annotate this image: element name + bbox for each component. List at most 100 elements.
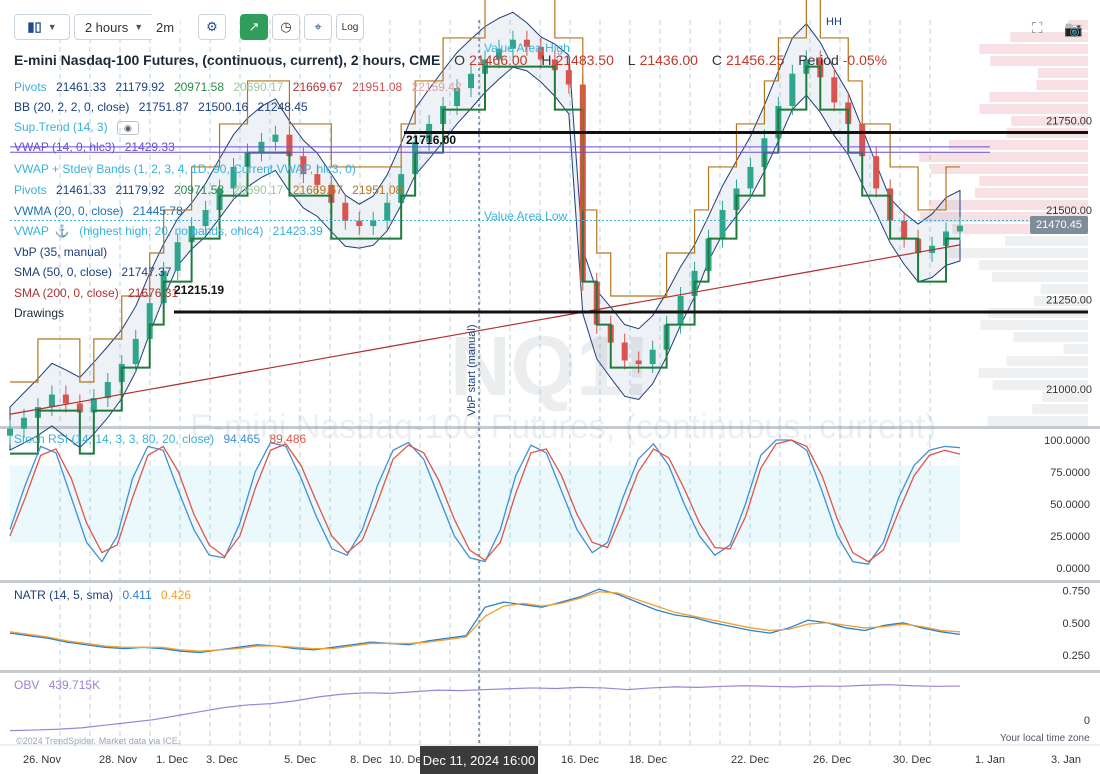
vbp-bar — [975, 188, 1088, 198]
vbp-bar — [1032, 404, 1088, 414]
legend-pivots-2[interactable]: Pivots 21461.33 21179.92 20971.58 20690.… — [14, 183, 408, 197]
legend-name: VWAP — [14, 224, 49, 238]
settings-button[interactable]: ⚙ — [198, 14, 226, 40]
top-toolbar: ▮▯ ▼ 2 hours ▼ 2m ⚙ ↗ ◷ ⌖ Log — [0, 14, 1100, 42]
log-label: Log — [341, 21, 359, 33]
legend-value: 21951.08 — [352, 80, 403, 94]
period-value: -0.05% — [842, 52, 888, 68]
legend-name: VbP (35, manual) — [14, 245, 108, 259]
data-attribution: ©2024 TrendSpider. Market data via ICE. — [16, 736, 181, 746]
legend-value: 21669.67 — [292, 80, 343, 94]
legend-value: 20690.17 — [233, 80, 284, 94]
crosshair-button[interactable]: ⌖ — [304, 14, 332, 40]
legend-value: 439.715K — [48, 678, 101, 692]
value-area-low-label: Value Area Low — [484, 209, 568, 223]
legend-bb[interactable]: BB (20, 2, 2, 0, close) 21751.87 21500.1… — [14, 100, 314, 114]
legend-vbp[interactable]: VbP (35, manual) — [14, 245, 113, 259]
drawing-tool-button[interactable]: ↗ — [240, 14, 268, 40]
legend-stoch-rsi[interactable]: Stoch RSI (14, 14, 3, 3, 80, 20, close) … — [14, 432, 312, 446]
gear-icon: ⚙ — [206, 19, 218, 34]
x-tick-label: 1. Jan — [975, 754, 1005, 766]
x-tick-label: 1. Dec — [156, 754, 188, 766]
log-scale-button[interactable]: Log — [336, 14, 364, 40]
legend-suptrend[interactable]: Sup.Trend (14, 3) ◉ — [14, 120, 145, 135]
legend-name: Sup.Trend (14, 3) — [14, 120, 108, 134]
candle-body — [132, 338, 139, 365]
y-tick-label: 75.0000 — [1050, 467, 1090, 479]
open-label: O — [454, 52, 466, 68]
x-tick-label: 22. Dec — [731, 754, 769, 766]
legend-name: VWAP + Stdev Bands (1, 2, 3, 4, 1D, 90, … — [14, 162, 356, 176]
line-tool-icon: ↗ — [248, 19, 260, 34]
y-tick-label: 0.0000 — [1056, 563, 1090, 575]
legend-vwap-anchored[interactable]: VWAP ⚓ (highest high, 20, no bands, ohlc4… — [14, 224, 329, 238]
eye-icon[interactable]: ◉ — [116, 120, 139, 135]
candle-body — [342, 202, 349, 221]
vbp-start-label: VbP start (manual) — [466, 324, 478, 416]
candle-body — [831, 77, 838, 103]
legend-value: 20690.17 — [233, 183, 284, 197]
legend-sma200[interactable]: SMA (200, 0, close) 21676.31 — [14, 286, 184, 300]
vbp-bar — [979, 104, 1088, 114]
vbp-bar — [1006, 356, 1088, 366]
x-tick-label: 18. Dec — [629, 754, 667, 766]
y-tick-label: 100.0000 — [1044, 435, 1090, 447]
hline-lower-label: 21215.19 — [174, 283, 225, 297]
y-tick-label: 0.750 — [1062, 585, 1090, 597]
vbp-start-marker: VbP start (manual) — [466, 300, 486, 420]
stoch-rsi-panel — [9, 439, 961, 565]
timezone-label[interactable]: Your local time zone — [1000, 733, 1090, 744]
legend-sma50[interactable]: SMA (50, 0, close) 21747.37 — [14, 265, 177, 279]
legend-vwap[interactable]: VWAP (14, 0, hlc3) 21429.33 — [14, 140, 181, 154]
legend-drawings[interactable]: Drawings — [14, 306, 70, 320]
legend-name: BB (20, 2, 2, 0, close) — [14, 100, 130, 114]
candle-body — [272, 134, 279, 142]
legend-pivots[interactable]: Pivots 21461.33 21179.92 20971.58 20690.… — [14, 80, 468, 94]
vbp-bar — [947, 248, 1088, 258]
y-tick-label: 21000.00 — [1046, 384, 1092, 396]
candle-body — [901, 220, 908, 239]
candle-body — [859, 123, 866, 157]
interval-short-label: 2m — [155, 19, 175, 35]
panel-separator — [0, 580, 1100, 583]
panel-separator — [0, 670, 1100, 673]
x-tick-label: 26. Dec — [813, 754, 851, 766]
crosshair-icon: ⌖ — [314, 19, 322, 34]
legend-name: VWMA (20, 0, close) — [14, 204, 124, 218]
legend-value: 21248.45 — [257, 100, 308, 114]
legend-value: 21423.39 — [272, 224, 323, 238]
y-tick-label: 50.0000 — [1050, 499, 1090, 511]
legend-value: 20971.58 — [173, 80, 225, 94]
camera-icon[interactable]: 📷 — [1064, 20, 1083, 38]
higher-high-label: HH — [826, 16, 842, 28]
obv-panel — [9, 684, 961, 732]
candle-body — [370, 220, 377, 227]
vbp-bar — [980, 320, 1088, 330]
legend-name: Pivots — [14, 80, 47, 94]
vbp-bar — [1040, 284, 1088, 294]
legend-natr[interactable]: NATR (14, 5, sma) 0.411 0.426 — [14, 588, 197, 602]
expand-icon[interactable]: ⛶ — [1032, 20, 1043, 37]
legend-name: VWAP (14, 0, hlc3) — [14, 140, 116, 154]
vbp-bar — [987, 416, 1088, 426]
legend-value: 20971.58 — [173, 183, 225, 197]
chart-style-button[interactable]: ▮▯ ▼ — [14, 14, 70, 40]
legend-obv[interactable]: OBV 439.715K — [14, 678, 106, 692]
vbp-bar — [990, 56, 1088, 66]
interval-select[interactable]: 2 hours ▼ — [74, 14, 154, 40]
y-tick-label: 0.500 — [1062, 618, 1090, 630]
low-value: 21436.00 — [639, 52, 698, 68]
x-tick-label: 3. Dec — [206, 754, 238, 766]
candle-body — [789, 73, 796, 107]
legend-name: NATR (14, 5, sma) — [14, 588, 114, 602]
legend-vwap-bands[interactable]: VWAP + Stdev Bands (1, 2, 3, 4, 1D, 90, … — [14, 162, 362, 176]
vbp-bar — [931, 164, 1088, 174]
legend-value: 21461.33 — [56, 183, 107, 197]
replay-button[interactable]: ◷ — [272, 14, 300, 40]
legend-value: 21669.67 — [292, 183, 343, 197]
candle-body — [719, 209, 726, 239]
x-tick-label: 28. Nov — [99, 754, 137, 766]
interval-short-button[interactable]: 2m — [150, 14, 180, 40]
candle-body — [48, 394, 55, 408]
legend-vwma[interactable]: VWMA (20, 0, close) 21445.78 — [14, 204, 189, 218]
